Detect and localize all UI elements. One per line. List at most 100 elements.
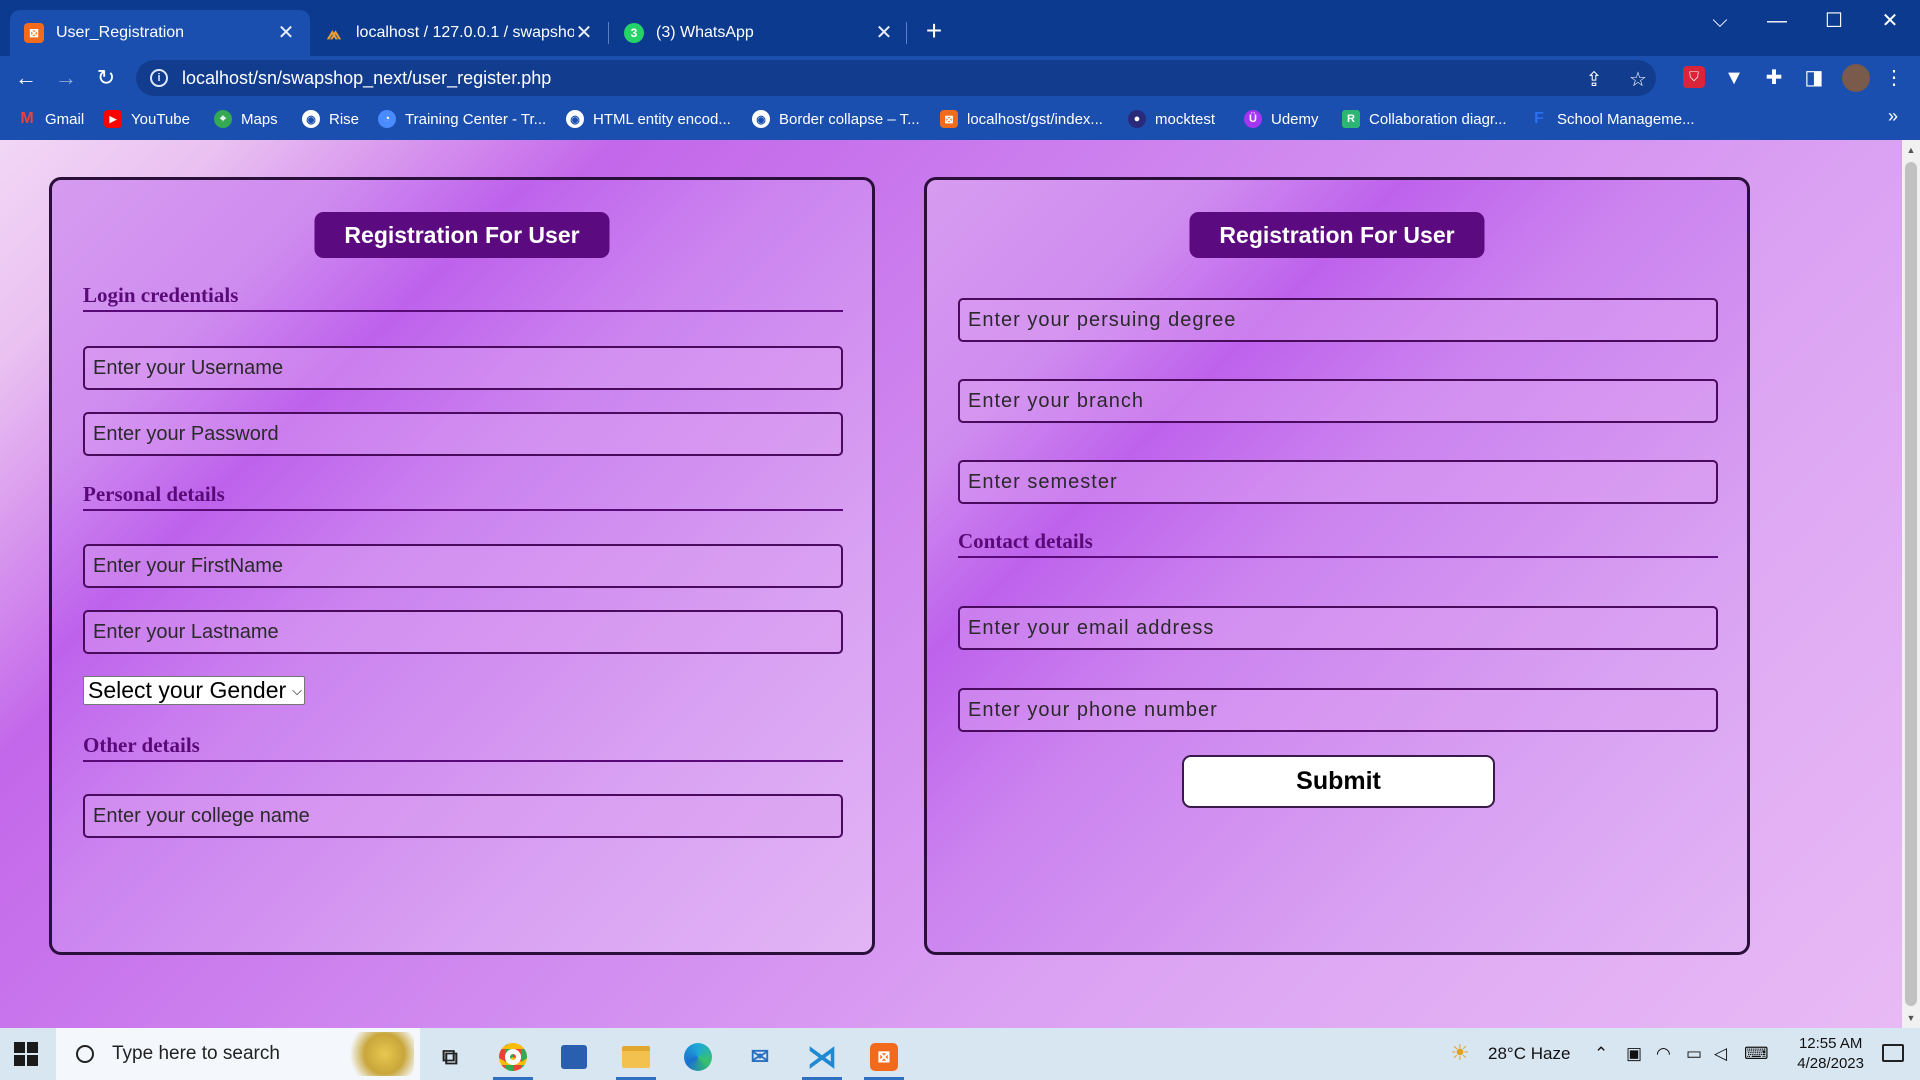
scroll-down-icon[interactable]: ▼ [1902, 1010, 1920, 1026]
tab-whatsapp[interactable]: 3 (3) WhatsApp ✕ [610, 10, 908, 56]
language-icon[interactable]: ⌨ [1744, 1044, 1769, 1064]
close-icon[interactable]: ✕ [574, 23, 594, 43]
meet-now-icon[interactable]: ▣ [1626, 1044, 1642, 1064]
task-view-icon[interactable]: ⧉ [424, 1034, 476, 1080]
taskbar-search-placeholder: Type here to search [112, 1043, 280, 1064]
browser-toolbar: ← → ↻ i localhost/sn/swapshop_next/user_… [0, 56, 1920, 98]
vscode-icon[interactable]: ⋊ [796, 1034, 848, 1080]
bookmark-training-center[interactable]: ◔ Training Center - Tr... [378, 108, 546, 130]
extensions-puzzle-icon[interactable]: ✚ [1762, 66, 1786, 90]
bookmark-localhost-gst[interactable]: ⊠ localhost/gst/index... [940, 108, 1103, 130]
globe-icon: ◉ [752, 110, 770, 128]
gender-select-value: Select your Gender [88, 677, 287, 703]
bookmark-rise[interactable]: ◉ Rise [302, 108, 359, 130]
notifications-icon[interactable] [1882, 1044, 1904, 1062]
minimize-button[interactable]: — [1753, 6, 1801, 36]
close-icon[interactable]: ✕ [276, 23, 296, 43]
windows-start-icon[interactable] [14, 1042, 38, 1066]
degree-field[interactable] [958, 298, 1718, 342]
tab-phpmyadmin[interactable]: ⩕ localhost / 127.0.0.1 / swapshop_ ✕ [310, 10, 608, 56]
battery-icon[interactable]: ▭ [1686, 1044, 1702, 1064]
tab-label: User_Registration [56, 24, 185, 41]
volume-icon[interactable]: ◁ [1714, 1044, 1727, 1064]
maps-icon: ⌖ [214, 110, 232, 128]
xampp-icon: ⊠ [24, 23, 44, 43]
email-field[interactable] [958, 606, 1718, 650]
bookmark-label: mocktest [1155, 110, 1216, 128]
windows-taskbar: Type here to search ⧉ ✉ ⋊ ⊠ ☀ 28°C Haze … [0, 1028, 1920, 1080]
file-explorer-icon[interactable] [610, 1034, 662, 1080]
taskbar-search-box[interactable]: Type here to search [56, 1028, 420, 1080]
forward-button[interactable]: → [50, 62, 82, 94]
menu-kebab-icon[interactable]: ⋮ [1882, 66, 1906, 90]
window-close-button[interactable]: ✕ [1866, 6, 1914, 36]
address-bar[interactable]: i localhost/sn/swapshop_next/user_regist… [136, 60, 1656, 96]
close-icon[interactable]: ✕ [874, 23, 894, 43]
page-viewport: Registration For User Login credentials … [0, 140, 1920, 1028]
chevron-down-icon: ⌵ [292, 682, 303, 698]
bookmark-label: Border collapse – T... [779, 110, 920, 128]
semester-field[interactable] [958, 460, 1718, 504]
site-info-icon[interactable]: i [150, 69, 168, 87]
profile-avatar[interactable] [1842, 64, 1870, 92]
tray-expand-icon[interactable]: ⌃ [1594, 1044, 1608, 1064]
password-field[interactable] [83, 412, 843, 456]
weather-text[interactable]: 28°C Haze [1488, 1044, 1570, 1064]
extension-shield-icon[interactable]: ⛉ [1683, 66, 1705, 88]
bookmark-school-management[interactable]: F School Manageme... [1530, 108, 1694, 130]
side-panel-icon[interactable]: ◨ [1802, 66, 1826, 90]
weather-icon[interactable]: ☀ [1450, 1040, 1470, 1066]
gender-select[interactable]: Select your Gender ⌵ [83, 676, 305, 705]
tab-user-registration[interactable]: ⊠ User_Registration ✕ [10, 10, 310, 56]
contact-details-heading: Contact details [958, 529, 1718, 558]
school-icon: F [1534, 110, 1544, 127]
wifi-icon[interactable]: ◠ [1656, 1044, 1671, 1064]
phone-field[interactable] [958, 688, 1718, 732]
extension-v-icon[interactable]: ▼ [1722, 66, 1746, 90]
url-text[interactable]: localhost/sn/swapshop_next/user_register… [182, 68, 551, 89]
branch-field[interactable] [958, 379, 1718, 423]
bookmark-label: Rise [329, 110, 360, 128]
tab-label: (3) WhatsApp [656, 24, 754, 41]
bookmarks-more-icon[interactable]: » [1888, 106, 1898, 127]
chrome-icon[interactable] [487, 1034, 539, 1080]
maximize-button[interactable]: ☐ [1810, 6, 1858, 36]
bookmark-border-collapse[interactable]: ◉ Border collapse – T... [752, 108, 920, 130]
store-icon[interactable] [548, 1034, 600, 1080]
bookmarks-bar: M Gmail ▶ YouTube ⌖ Maps ◉ Rise ◔ Training Ce… [0, 98, 1920, 140]
login-credentials-heading: Login credentials [83, 283, 843, 312]
reload-button[interactable]: ↻ [90, 62, 122, 94]
submit-button[interactable]: Submit [1182, 755, 1495, 808]
bookmark-star-icon[interactable]: ☆ [1626, 68, 1650, 92]
scroll-up-icon[interactable]: ▲ [1902, 142, 1920, 158]
bookmark-label: Udemy [1271, 110, 1319, 128]
bookmark-gmail[interactable]: M Gmail [18, 108, 84, 130]
new-tab-button[interactable]: + [918, 16, 950, 48]
page-scrollbar[interactable]: ▲ ▼ [1902, 140, 1920, 1028]
bookmark-mocktest[interactable]: ● mocktest [1128, 108, 1215, 130]
scrollbar-thumb[interactable] [1905, 162, 1917, 1006]
college-name-field[interactable] [83, 794, 843, 838]
personal-details-heading: Personal details [83, 482, 843, 511]
tab-search-dropdown-icon[interactable]: ⌵ [1696, 6, 1744, 36]
form-title: Registration For User [314, 212, 610, 258]
phpmyadmin-icon: ⩕ [326, 22, 342, 43]
bookmark-maps[interactable]: ⌖ Maps [214, 108, 278, 130]
bookmark-udemy[interactable]: Ü Udemy [1244, 108, 1319, 130]
mail-icon[interactable]: ✉ [734, 1034, 786, 1080]
bookmark-html-entity[interactable]: ◉ HTML entity encod... [566, 108, 731, 130]
bookmark-youtube[interactable]: ▶ YouTube [104, 108, 190, 130]
globe-icon: ◉ [566, 110, 584, 128]
lastname-field[interactable] [83, 610, 843, 654]
bookmark-collaboration[interactable]: R Collaboration diagr... [1342, 108, 1507, 130]
search-icon [76, 1045, 94, 1063]
share-icon[interactable]: ⇪ [1582, 68, 1606, 92]
whatsapp-icon: 3 [624, 23, 644, 43]
tab-separator [608, 22, 609, 44]
back-button[interactable]: ← [10, 62, 42, 94]
xampp-icon[interactable]: ⊠ [858, 1034, 910, 1080]
edge-icon[interactable] [672, 1034, 724, 1080]
system-clock[interactable]: 12:55 AM 4/28/2023 [1797, 1034, 1864, 1074]
username-field[interactable] [83, 346, 843, 390]
firstname-field[interactable] [83, 544, 843, 588]
